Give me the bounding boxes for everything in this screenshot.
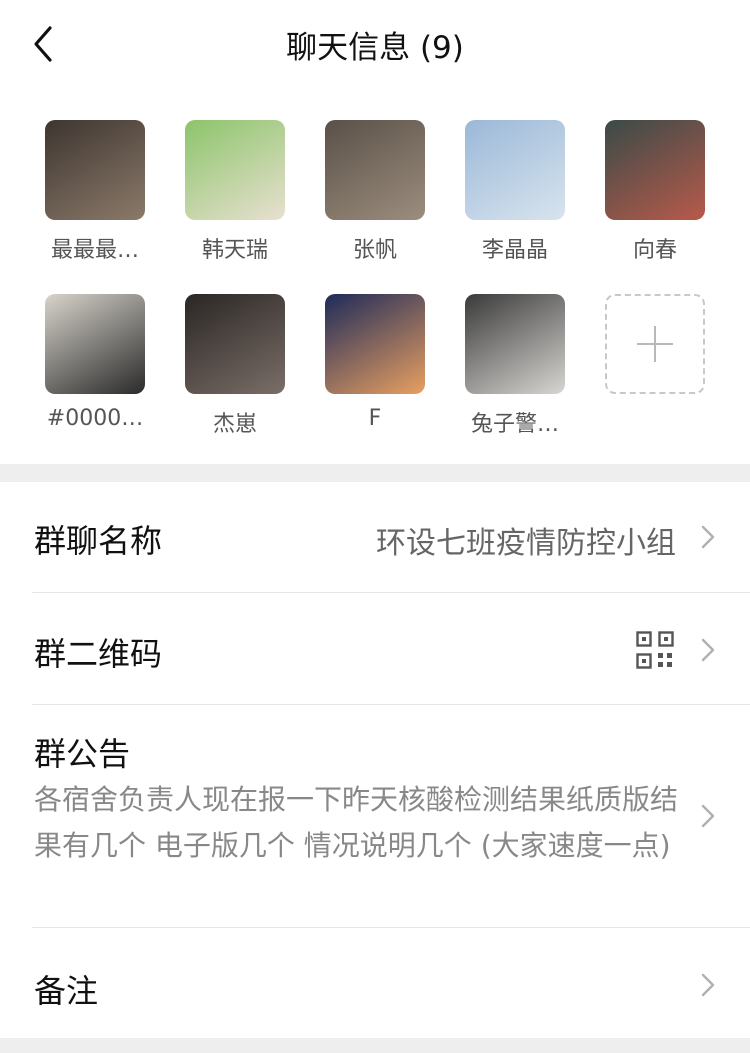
chevron-right-icon (701, 804, 715, 828)
member-name: 杰崽 (212, 412, 257, 437)
section-separator (0, 1038, 750, 1053)
avatar (465, 294, 565, 394)
member-name: 张帆 (352, 238, 397, 263)
chevron-right-icon (701, 638, 715, 662)
page-title: 聊天信息 (9) (286, 30, 464, 66)
group-name-row[interactable]: 群聊名称 环设七班疫情防控小组 (0, 482, 750, 592)
group-name-value: 环设七班疫情防控小组 (376, 526, 676, 561)
group-notice-row[interactable]: 群公告 各宿舍负责人现在报一下昨天核酸检测结果纸质版结果有几个 电子版几个 情况… (0, 705, 750, 927)
member-name: 最最最… (50, 238, 139, 263)
member-item[interactable]: 向春 (585, 120, 725, 264)
member-item[interactable]: 李晶晶 (445, 120, 585, 264)
member-name: 向春 (632, 238, 677, 263)
group-qr-label: 群二维码 (34, 635, 163, 673)
nav-bar: 聊天信息 (9) (0, 0, 750, 86)
member-item[interactable]: 最最最… (25, 120, 165, 264)
member-name: 李晶晶 (481, 238, 548, 263)
member-name: 兔子警… (470, 412, 559, 437)
remark-row[interactable]: 备注 (0, 928, 750, 1038)
add-member-button[interactable] (585, 294, 725, 394)
member-item[interactable]: 韩天瑞 (165, 120, 305, 264)
avatar (325, 120, 425, 220)
group-notice-label: 群公告 (34, 735, 131, 773)
qr-code-icon (636, 631, 674, 669)
avatar (185, 120, 285, 220)
member-item[interactable]: 张帆 (305, 120, 445, 264)
avatar (185, 294, 285, 394)
remark-label: 备注 (34, 972, 99, 1010)
member-item[interactable]: F (305, 294, 445, 431)
member-item[interactable]: 杰崽 (165, 294, 305, 438)
group-qr-row[interactable]: 群二维码 (0, 593, 750, 704)
member-item[interactable]: #0000… (25, 294, 165, 431)
avatar (45, 294, 145, 394)
member-item[interactable]: 兔子警… (445, 294, 585, 438)
group-name-label: 群聊名称 (34, 522, 163, 560)
avatar (325, 294, 425, 394)
avatar (605, 120, 705, 220)
member-name: F (368, 406, 382, 431)
avatar (465, 120, 565, 220)
chevron-right-icon (701, 973, 715, 997)
member-grid: 最最最… 韩天瑞 张帆 李晶晶 向春 #0000… 杰崽 F 兔子警… (0, 100, 750, 462)
section-separator (0, 464, 750, 482)
member-name: #0000… (46, 406, 144, 431)
plus-icon (605, 294, 705, 394)
chevron-right-icon (701, 525, 715, 549)
avatar (45, 120, 145, 220)
group-notice-text: 各宿舍负责人现在报一下昨天核酸检测结果纸质版结果有几个 电子版几个 情况说明几个… (34, 783, 679, 862)
member-name: 韩天瑞 (201, 238, 268, 263)
